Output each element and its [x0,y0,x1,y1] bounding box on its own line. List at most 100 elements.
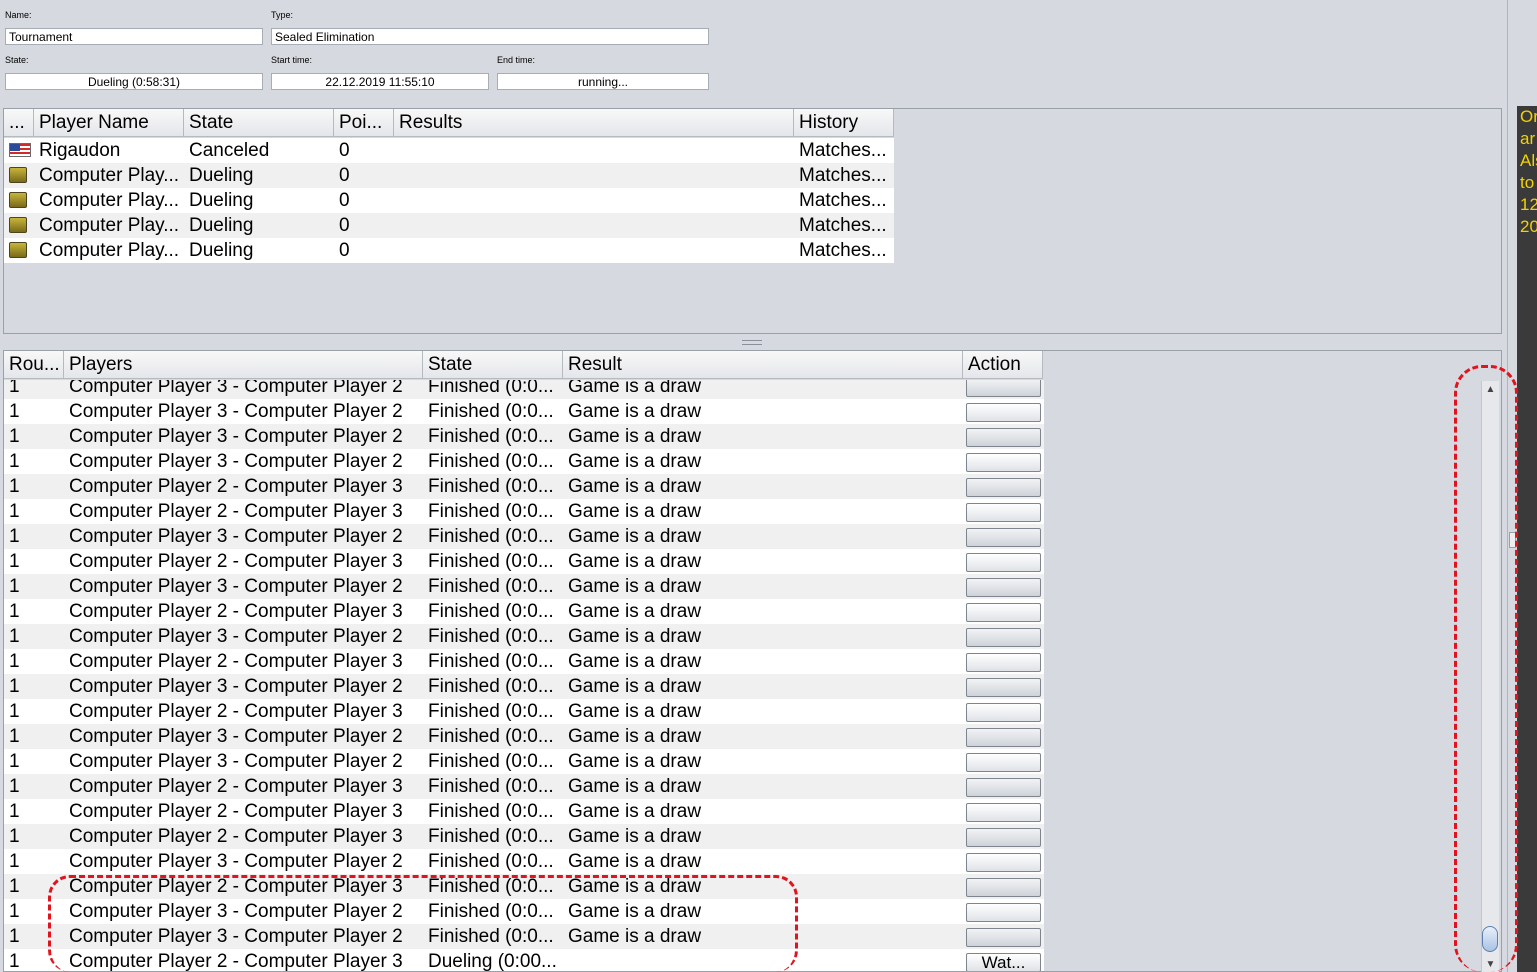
match-result: Game is a draw [568,776,702,797]
match-action-button[interactable] [966,928,1041,947]
match-result: Game is a draw [568,476,702,497]
type-field[interactable]: Sealed Elimination [271,28,709,45]
match-action-button[interactable] [966,578,1041,597]
match-action-button[interactable] [966,728,1041,747]
match-players: Computer Player 3 - Computer Player 2 [69,451,403,472]
match-row[interactable]: 1 Computer Player 3 - Computer Player 2 Fi… [4,380,1044,399]
player-name: Computer Play... [39,190,180,211]
player-row[interactable]: Rigaudon Canceled 0 Matches... [4,138,894,163]
match-row[interactable]: 1 Computer Player 3 - Computer Player 2 Fi… [4,674,1044,699]
match-action-button[interactable] [966,403,1041,422]
column-header-action[interactable]: Action [963,351,1043,379]
player-name: Rigaudon [39,140,121,161]
match-action-button[interactable] [966,503,1041,522]
match-action-button[interactable] [966,453,1041,472]
match-state: Finished (0:0... [428,851,554,872]
match-action-button[interactable] [966,603,1041,622]
match-row[interactable]: 1 Computer Player 2 - Computer Player 3 Fi… [4,549,1044,574]
match-action-button[interactable] [966,428,1041,447]
match-action-button[interactable] [966,478,1041,497]
player-points: 0 [339,240,350,261]
name-field[interactable]: Tournament [5,28,263,45]
match-action-button[interactable] [966,828,1041,847]
match-row[interactable]: 1 Computer Player 2 - Computer Player 3 Fi… [4,824,1044,849]
match-row[interactable]: 1 Computer Player 3 - Computer Player 2 Fi… [4,424,1044,449]
player-state: Dueling [189,240,254,261]
match-action-button[interactable] [966,678,1041,697]
column-header-history[interactable]: History [794,109,894,137]
match-row[interactable]: 1 Computer Player 3 - Computer Player 2 Fi… [4,524,1044,549]
match-row[interactable]: 1 Computer Player 2 - Computer Player 3 Fi… [4,499,1044,524]
match-row[interactable]: 1 Computer Player 2 - Computer Player 3 Fi… [4,799,1044,824]
column-header-state[interactable]: State [184,109,334,137]
player-results [394,163,794,188]
match-action-button[interactable] [966,528,1041,547]
match-row[interactable]: 1 Computer Player 3 - Computer Player 2 Fi… [4,724,1044,749]
player-row[interactable]: Computer Play... Dueling 0 Matches... [4,188,894,213]
match-action-button[interactable] [966,753,1041,772]
match-action-button[interactable] [966,628,1041,647]
match-state: Finished (0:0... [428,426,554,447]
player-flag-cell [4,163,34,188]
column-header-results[interactable]: Results [394,109,794,137]
highlight-scrollbar [1454,365,1518,972]
column-header-player-name[interactable]: Player Name [34,109,184,137]
end-time-field[interactable]: running... [497,73,709,90]
column-header-result[interactable]: Result [563,351,963,379]
player-row[interactable]: Computer Play... Dueling 0 Matches... [4,163,894,188]
type-label: Type: [271,10,294,20]
chat-line: 12 [1520,195,1537,214]
match-result: Game is a draw [568,401,702,422]
match-row[interactable]: 1 Computer Player 3 - Computer Player 2 Fi… [4,574,1044,599]
match-action-button[interactable] [966,853,1041,872]
match-action-button[interactable] [966,878,1041,897]
match-result: Game is a draw [568,426,702,447]
match-action-button[interactable] [966,703,1041,722]
match-row[interactable]: 1 Computer Player 3 - Computer Player 2 Fi… [4,849,1044,874]
match-players: Computer Player 3 - Computer Player 2 [69,626,403,647]
column-header-players[interactable]: Players [64,351,423,379]
column-header-points[interactable]: Poi... [334,109,394,137]
match-result: Game is a draw [568,851,702,872]
match-action-button[interactable] [966,803,1041,822]
match-round: 1 [9,776,20,797]
match-players: Computer Player 2 - Computer Player 3 [69,476,403,497]
match-row[interactable]: 1 Computer Player 2 - Computer Player 3 Fi… [4,699,1044,724]
state-field[interactable]: Dueling (0:58:31) [5,73,263,90]
match-row[interactable]: 1 Computer Player 3 - Computer Player 2 Fi… [4,399,1044,424]
match-action-button[interactable] [966,380,1041,397]
match-action-button[interactable] [966,553,1041,572]
match-result: Game is a draw [568,451,702,472]
match-row[interactable]: 1 Computer Player 3 - Computer Player 2 Fi… [4,624,1044,649]
player-results [394,138,794,163]
match-state: Finished (0:0... [428,826,554,847]
match-action-button[interactable] [966,653,1041,672]
player-row[interactable]: Computer Play... Dueling 0 Matches... [4,238,894,263]
match-state: Finished (0:0... [428,651,554,672]
match-result: Game is a draw [568,626,702,647]
match-action-button[interactable] [966,778,1041,797]
match-state: Finished (0:0... [428,501,554,522]
start-time-field[interactable]: 22.12.2019 11:55:10 [271,73,489,90]
match-players: Computer Player 3 - Computer Player 2 [69,726,403,747]
match-row[interactable]: 1 Computer Player 2 - Computer Player 3 Fi… [4,649,1044,674]
column-header-round[interactable]: Rou... [4,351,64,379]
match-players: Computer Player 2 - Computer Player 3 [69,501,403,522]
match-result: Game is a draw [568,380,702,397]
match-action-button[interactable] [966,903,1041,922]
panel-splitter[interactable] [742,340,762,345]
match-round: 1 [9,801,20,822]
match-action-button[interactable]: Wat... [966,953,1041,971]
chat-line: to [1520,173,1535,192]
column-header-match-state[interactable]: State [423,351,563,379]
match-row[interactable]: 1 Computer Player 2 - Computer Player 3 Fi… [4,599,1044,624]
player-row[interactable]: Computer Play... Dueling 0 Matches... [4,213,894,238]
chat-line: Als [1520,151,1537,170]
match-row[interactable]: 1 Computer Player 3 - Computer Player 2 Fi… [4,449,1044,474]
match-row[interactable]: 1 Computer Player 3 - Computer Player 2 Fi… [4,749,1044,774]
match-row[interactable]: 1 Computer Player 2 - Computer Player 3 Fi… [4,774,1044,799]
column-header-flag[interactable]: ... [4,109,34,137]
match-round: 1 [9,826,20,847]
match-state: Finished (0:0... [428,476,554,497]
match-row[interactable]: 1 Computer Player 2 - Computer Player 3 Fi… [4,474,1044,499]
